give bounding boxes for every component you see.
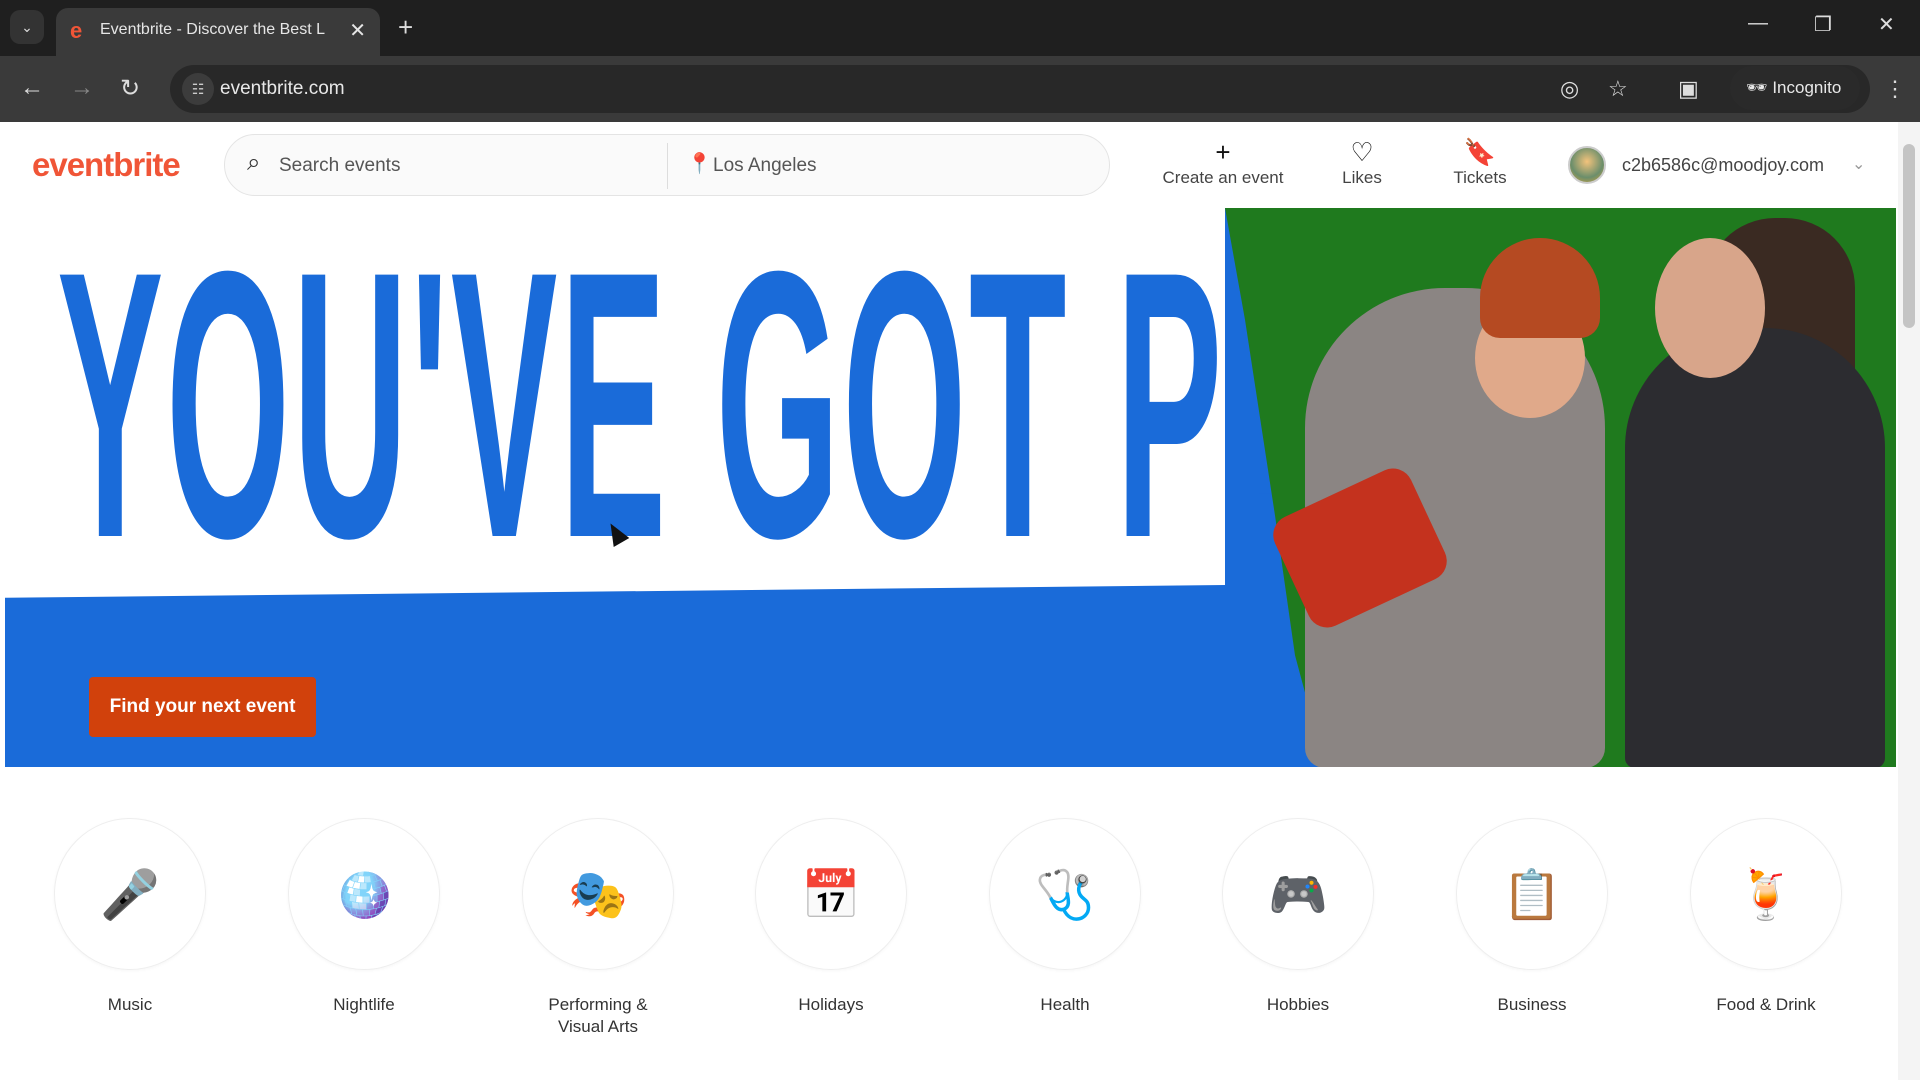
browser-tab-bar: ⌄ e Eventbrite - Discover the Best L ✕ +…	[0, 0, 1920, 56]
category-nightlife[interactable]: 🪩 Nightlife	[264, 818, 464, 1016]
category-label: Nightlife	[333, 995, 395, 1014]
category-label: Holidays	[798, 995, 864, 1014]
search-icon: ⌕	[247, 149, 261, 176]
star-icon[interactable]: ☆	[1608, 76, 1628, 102]
presentation-board-icon[interactable]: 📋	[1456, 818, 1608, 970]
find-next-event-button[interactable]: Find your next event	[89, 677, 316, 737]
create-event-button[interactable]: + Create an event	[1150, 136, 1296, 188]
microphone-icon[interactable]: 🎤	[54, 818, 206, 970]
category-label: Health	[1040, 995, 1090, 1014]
site-settings-icon[interactable]: ☷	[182, 73, 214, 105]
site-header: eventbrite ⌕ Search events 📍 Los Angeles…	[0, 122, 1898, 208]
hero-banner: YOU'VE GOT PLANS Find your next event	[5, 208, 1896, 767]
restore-icon[interactable]: ❐	[1814, 12, 1832, 37]
incognito-label: Incognito	[1772, 78, 1842, 97]
category-label: Hobbies	[1266, 995, 1330, 1014]
search-bar: ⌕ Search events 📍 Los Angeles	[224, 134, 1110, 196]
disco-ball-icon[interactable]: 🪩	[288, 818, 440, 970]
side-panel-icon[interactable]: ▣	[1678, 76, 1699, 102]
category-label: Music	[107, 995, 153, 1014]
browser-tab[interactable]: e Eventbrite - Discover the Best L ✕	[56, 8, 380, 56]
create-event-label: Create an event	[1162, 168, 1284, 187]
tab-title: Eventbrite - Discover the Best L	[100, 21, 325, 38]
category-label: Food & Drink	[1716, 995, 1816, 1014]
category-business[interactable]: 📋 Business	[1432, 818, 1632, 1016]
scrollbar-thumb[interactable]	[1903, 144, 1915, 328]
close-window-icon[interactable]: ✕	[1878, 12, 1895, 37]
divider	[667, 143, 668, 189]
eventbrite-logo[interactable]: eventbrite	[32, 146, 181, 184]
category-music[interactable]: 🎤 Music	[30, 818, 230, 1016]
category-food-drink[interactable]: 🍹 Food & Drink	[1666, 818, 1866, 1016]
incognito-icon: 🕶	[1746, 78, 1773, 97]
category-label: Performing & Visual Arts	[548, 995, 648, 1036]
chevron-down-icon: ⌄	[1852, 156, 1866, 173]
user-email: c2b6586c@moodjoy.com	[1622, 155, 1825, 175]
search-input[interactable]: Search events	[279, 155, 400, 177]
eye-off-icon[interactable]: ◎	[1560, 76, 1579, 102]
eventbrite-favicon-icon: e	[70, 18, 83, 43]
incognito-badge[interactable]: 🕶 Incognito	[1730, 66, 1860, 110]
plus-icon: +	[1215, 137, 1231, 167]
stethoscope-icon[interactable]: 🩺	[989, 818, 1141, 970]
forward-icon[interactable]: →	[70, 74, 94, 102]
back-icon[interactable]: ←	[20, 74, 44, 102]
category-performing-visual-arts[interactable]: 🎭 Performing & Visual Arts	[498, 818, 698, 1038]
address-bar: ← → ↻ ☷ eventbrite.com ◎ ☆ ▣ 🕶 Incognito…	[0, 56, 1920, 122]
category-hobbies[interactable]: 🎮 Hobbies	[1198, 818, 1398, 1016]
likes-label: Likes	[1342, 168, 1382, 187]
food-drink-icon[interactable]: 🍹	[1690, 818, 1842, 970]
category-label: Business	[1497, 995, 1567, 1014]
new-tab-button[interactable]: +	[398, 12, 413, 43]
reload-icon[interactable]: ↻	[120, 74, 140, 103]
hero-photo-detail	[1625, 328, 1885, 767]
menu-icon[interactable]: ⋮	[1884, 76, 1906, 102]
category-holidays[interactable]: 📅 Holidays	[731, 818, 931, 1016]
minimize-icon[interactable]: —	[1748, 12, 1768, 35]
tab-search-button[interactable]: ⌄	[10, 10, 44, 44]
scrollbar[interactable]	[1898, 122, 1920, 1080]
close-tab-icon[interactable]: ✕	[349, 18, 366, 43]
category-health[interactable]: 🩺 Health	[965, 818, 1165, 1016]
tickets-label: Tickets	[1453, 168, 1507, 187]
location-pin-icon: 📍	[687, 153, 712, 175]
calendar-icon[interactable]: 📅	[755, 818, 907, 970]
likes-button[interactable]: ♡ Likes	[1322, 136, 1402, 188]
location-input[interactable]: Los Angeles	[713, 155, 817, 177]
tickets-button[interactable]: 🔖 Tickets	[1440, 136, 1520, 188]
gamepad-icon[interactable]: 🎮	[1222, 818, 1374, 970]
hero-photo-detail	[1655, 238, 1765, 378]
ticket-icon: 🔖	[1463, 137, 1497, 167]
theater-masks-icon[interactable]: 🎭	[522, 818, 674, 970]
avatar	[1568, 146, 1606, 184]
heart-icon: ♡	[1350, 137, 1374, 167]
url-text: eventbrite.com	[220, 78, 345, 99]
